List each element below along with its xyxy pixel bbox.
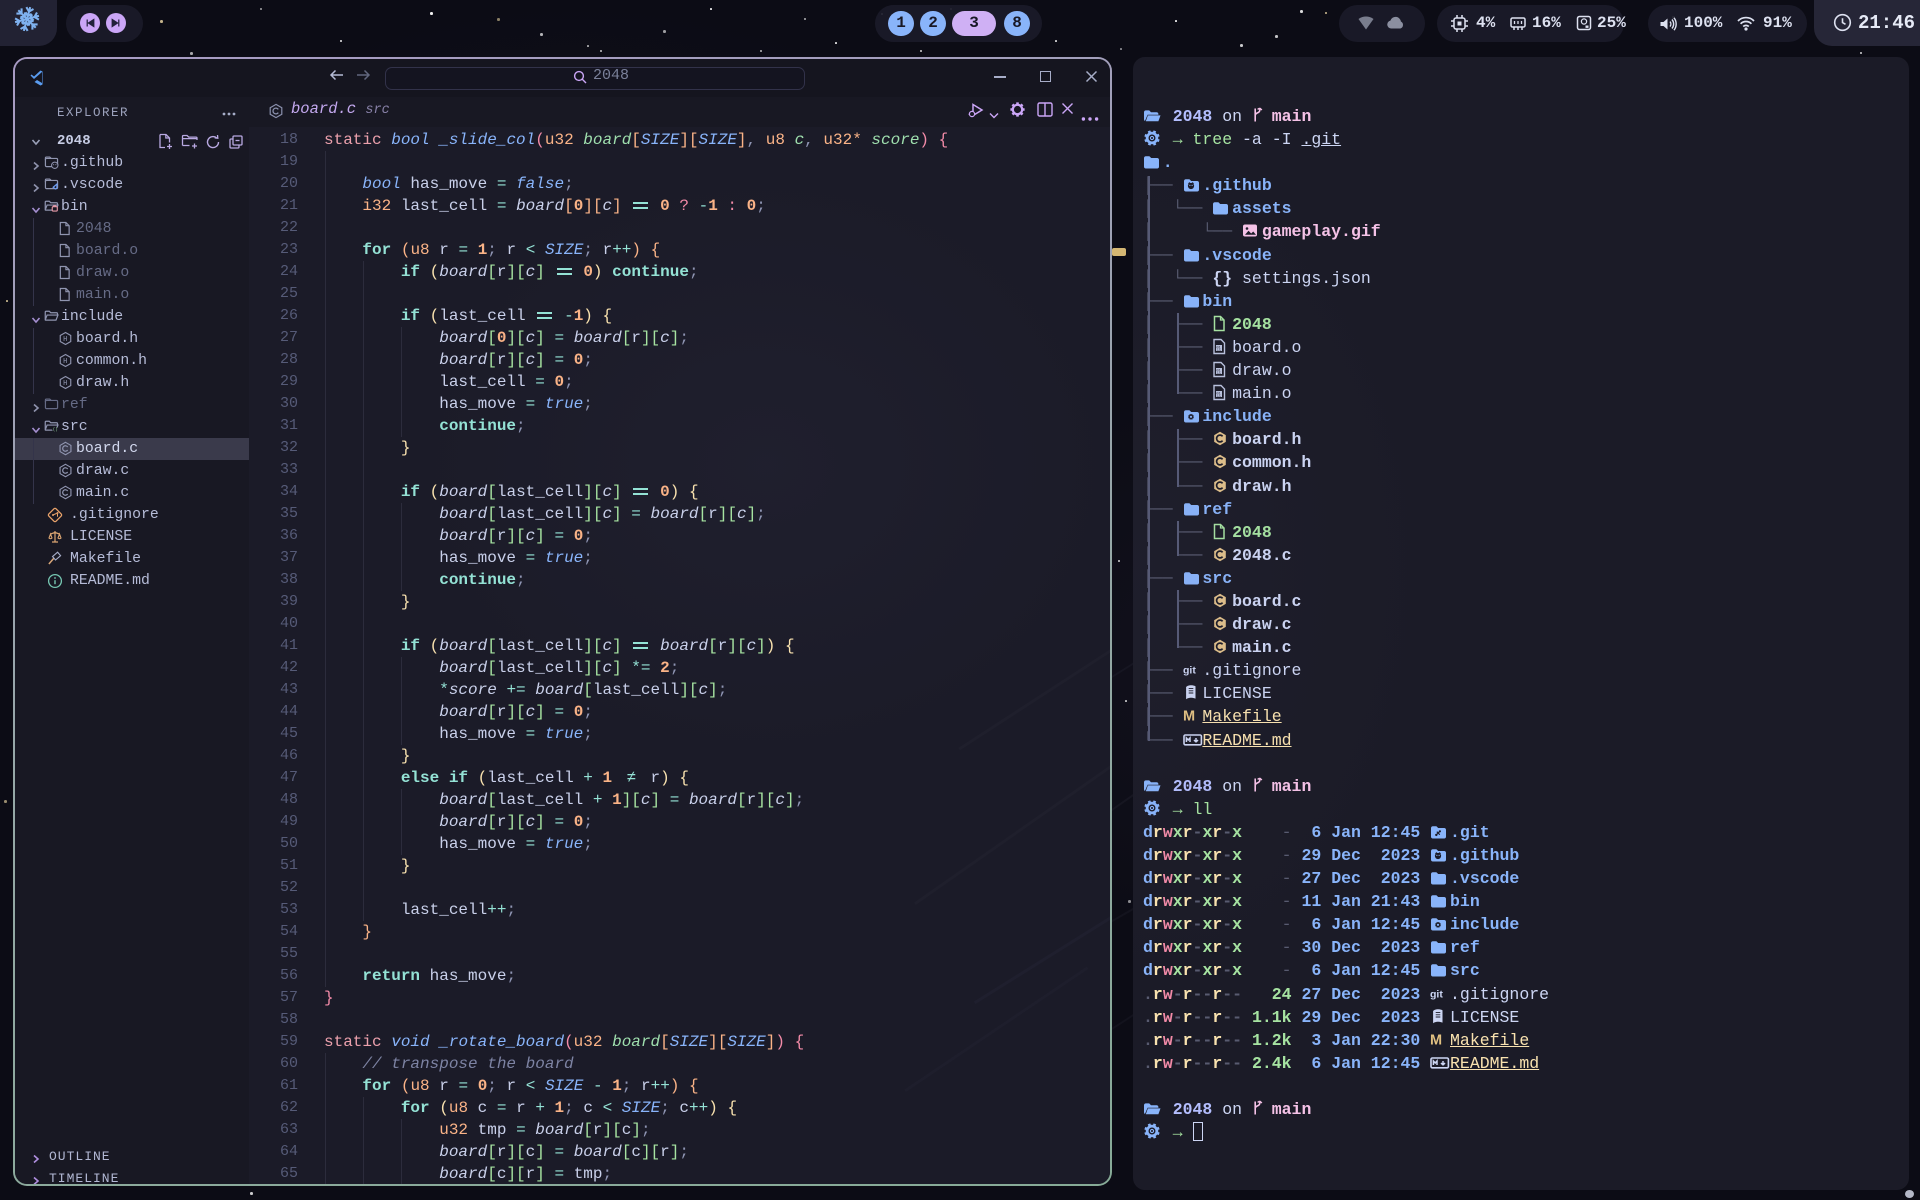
svg-text:10: 10 <box>1217 373 1221 377</box>
svg-text:H: H <box>63 358 67 366</box>
svg-text:01: 01 <box>1217 393 1221 397</box>
svg-text:H: H <box>63 336 67 344</box>
svg-text:01: 01 <box>1217 346 1221 350</box>
svg-text:(): () <box>53 428 58 433</box>
svg-text:H: H <box>63 380 67 388</box>
svg-text:01: 01 <box>1217 370 1221 374</box>
svg-text:git: git <box>1430 988 1443 1000</box>
svg-text:M: M <box>1430 1032 1442 1048</box>
svg-text:M: M <box>1183 709 1195 725</box>
svg-text:10: 10 <box>1217 350 1221 354</box>
svg-text:10: 10 <box>1217 396 1221 400</box>
svg-text:git: git <box>1183 665 1196 677</box>
